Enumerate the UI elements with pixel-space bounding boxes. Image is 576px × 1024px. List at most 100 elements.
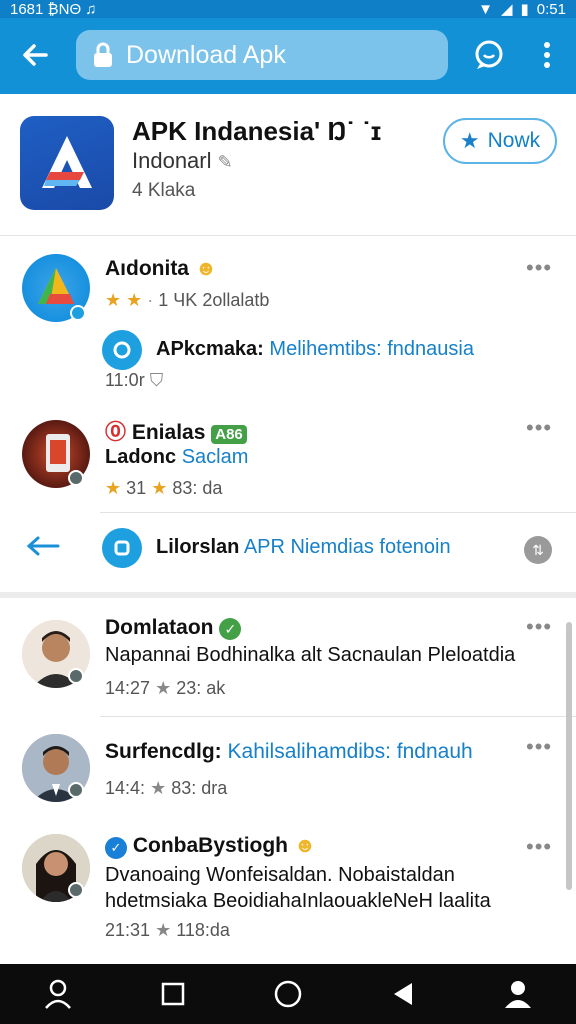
- app-subtitle-text: Indonarl: [132, 148, 212, 173]
- verified-icon: ✎: [217, 152, 233, 172]
- star-icon: ★: [151, 478, 168, 498]
- post-text-line-2: hdetmsiaka BeoidiahaInlaouakleNeH laalit…: [105, 890, 491, 912]
- item-line-b: Saclam: [181, 446, 249, 468]
- section-divider: [0, 592, 576, 598]
- item-rating: ★ ★ · 1 ЧK 2ollalatb: [105, 290, 269, 311]
- app-header-card: APK Indanesia' Ŋ˙ ˙ɪ Indonarl ✎ 4 Klaka …: [0, 98, 576, 236]
- post-meta: 21:31 ★ 118:da: [105, 920, 230, 941]
- status-left: 1681 ₿ΝΘ ♫: [10, 1, 97, 18]
- post-meta: 14:27 ★ 23: ak: [105, 678, 225, 699]
- arrow-left-icon: [23, 44, 48, 66]
- post-author: ✓ ConbaBystiogh ☻: [105, 834, 316, 859]
- item-link-text: Melihemtibs: fndnausia: [269, 338, 474, 360]
- status-badge: [70, 305, 86, 321]
- post-time: 14:27: [105, 678, 151, 698]
- more-options-button[interactable]: •••: [526, 614, 552, 640]
- post-author: Surfencdlg: Kahilsalihamdibs: fndnauh: [105, 740, 473, 764]
- item-name-text: Enialas: [131, 421, 206, 444]
- copy-icon: [114, 540, 130, 556]
- back-button[interactable]: [18, 38, 52, 72]
- post-count: 83: dra: [171, 778, 228, 798]
- triangle-back-icon: [394, 983, 413, 1005]
- app-a-logo-icon: [42, 136, 92, 188]
- url-title: Download Apk: [126, 40, 286, 69]
- star-icon: ★: [150, 778, 167, 798]
- status-time: 0:51: [536, 0, 566, 18]
- home-nav-button[interactable]: [268, 974, 308, 1014]
- pin-icon: ⛉: [149, 370, 164, 390]
- status-right: ▼ ◢ ▮ 0:51: [478, 0, 566, 19]
- item-line-a: Ladonc: [105, 446, 177, 468]
- post-text-line-1: Dvanoaing Wonfeisaldan. Nobaistaldan: [105, 864, 455, 886]
- item-link-row[interactable]: Lilorslan APR Niemdias fotenoin: [156, 536, 451, 559]
- url-bar[interactable]: Download Apk: [76, 30, 448, 80]
- now-label: Nowk: [487, 129, 541, 152]
- brand-circle-icon: ⓪: [105, 421, 126, 444]
- item-rating-text: 1 ЧK 2ollalatb: [158, 290, 270, 310]
- more-options-button[interactable]: •••: [526, 415, 552, 441]
- person-icon: [44, 979, 71, 1009]
- verified-badge-icon: ✓: [105, 837, 127, 859]
- status-bar: 1681 ₿ΝΘ ♫ ▼ ◢ ▮ 0:51: [0, 0, 576, 18]
- post-time: 14:4:: [105, 778, 146, 798]
- refresh-circle-icon[interactable]: [102, 330, 142, 370]
- divider: [100, 512, 576, 513]
- overflow-menu-button[interactable]: [530, 38, 564, 72]
- refresh-icon: [113, 341, 131, 359]
- smile-emoji-icon: ☻: [293, 834, 316, 857]
- square-icon: [161, 982, 185, 1006]
- item-link-label: APkcmaka:: [156, 338, 264, 360]
- profile-nav-button[interactable]: [38, 974, 78, 1014]
- recents-nav-button[interactable]: [153, 974, 193, 1014]
- post-count: 23: ak: [176, 678, 226, 698]
- status-badge: [68, 470, 84, 486]
- post-link[interactable]: Kahilsalihamdibs: fndnauh: [228, 740, 473, 763]
- item-tag: A86: [211, 425, 247, 444]
- post-time: 21:31: [105, 920, 151, 940]
- post-meta: 14:4: ★ 83: dra: [105, 778, 227, 799]
- scrollbar[interactable]: [566, 622, 572, 890]
- item-link-text: APR Niemdias fotenoin: [243, 536, 451, 558]
- back-nav-button[interactable]: [383, 974, 423, 1014]
- app-downloads: 4 Klaka: [132, 180, 196, 201]
- more-options-button[interactable]: •••: [526, 255, 552, 281]
- app-logo: [20, 116, 114, 210]
- lock-icon: [94, 42, 112, 67]
- post-text: Napannai Bodhinalka alt Sacnaulan Pleloa…: [105, 644, 516, 666]
- item-rating-count: 31: [126, 478, 147, 498]
- chat-button[interactable]: [472, 38, 506, 72]
- item-line: Ladonc Saclam: [105, 446, 248, 469]
- star-icon: ★: [155, 920, 172, 940]
- chat-icon: [475, 40, 503, 69]
- star-icon: ★ ★: [105, 290, 143, 310]
- star-icon: ★: [155, 678, 172, 698]
- item-link-label: Lilorslan: [156, 536, 240, 558]
- circle-icon: [274, 980, 302, 1008]
- now-button[interactable]: ★ Nowk: [443, 118, 557, 164]
- more-options-button[interactable]: •••: [526, 834, 552, 860]
- link-circle-icon[interactable]: [102, 528, 142, 568]
- divider: [100, 716, 576, 717]
- smile-emoji-icon: ☻: [194, 257, 217, 280]
- verified-badge-icon: ✓: [219, 618, 242, 640]
- account-icon: [505, 981, 532, 1008]
- star-icon: ★: [459, 128, 480, 153]
- status-badge: [68, 882, 84, 898]
- item-rating: ★ 31 ★ 83: da: [105, 478, 222, 499]
- item-time-text: 11:0r: [105, 370, 145, 390]
- post-author-text: ConbaBystiogh: [132, 834, 289, 857]
- more-vertical-icon: [544, 42, 550, 68]
- system-nav-bar: [0, 964, 576, 1024]
- item-name-text: Aıdonita: [105, 257, 189, 280]
- share-icon[interactable]: ⇅: [524, 536, 552, 564]
- item-name: Aıdonita ☻: [105, 257, 217, 281]
- back-small-button[interactable]: [24, 534, 60, 563]
- arrow-left-icon: [26, 536, 60, 556]
- item-link-row[interactable]: APkcmaka: Melihemtibs: fndnausia: [156, 338, 474, 361]
- star-icon: ★: [105, 478, 122, 498]
- battery-icon: ▮: [520, 1, 529, 18]
- account-nav-button[interactable]: [498, 974, 538, 1014]
- item-time: 11:0r ⛉: [105, 370, 163, 391]
- more-options-button[interactable]: •••: [526, 734, 552, 760]
- star-icon: ·: [142, 290, 154, 310]
